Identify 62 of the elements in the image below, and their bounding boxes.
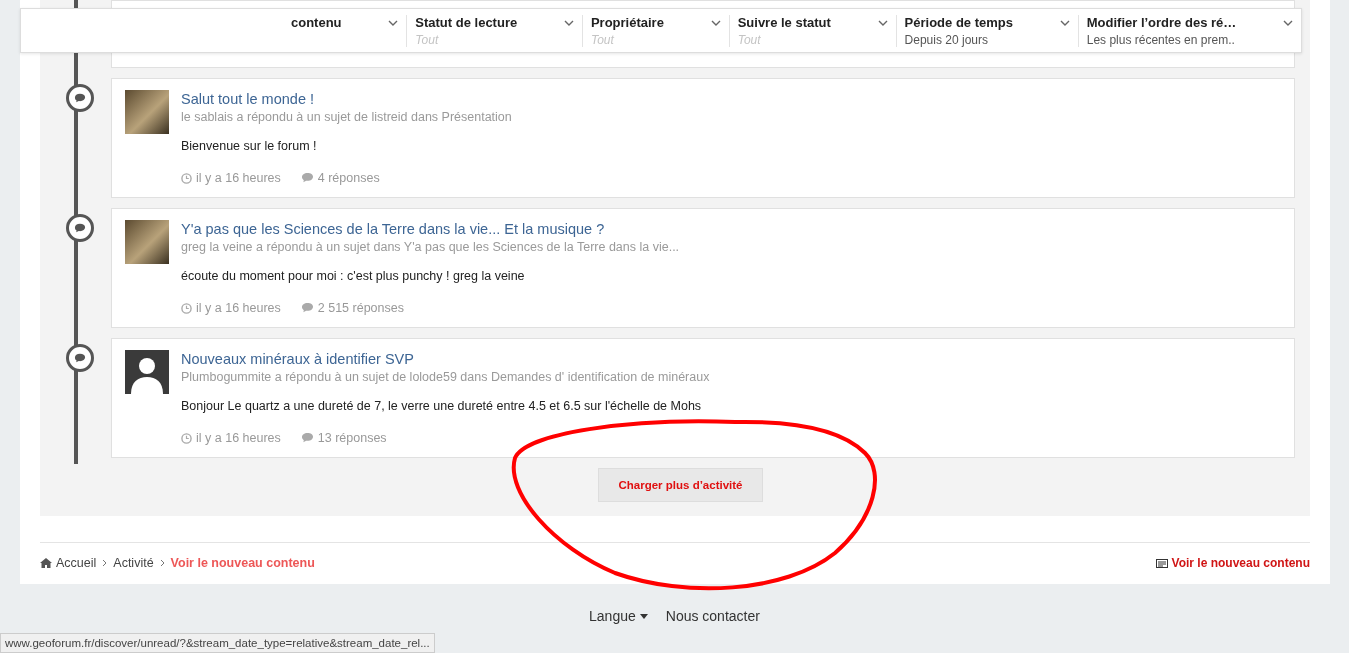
filter-dropdown[interactable]: Statut de lecture Tout <box>406 15 582 47</box>
activity-summary: greg la veine a répondu à un sujet dans Y'a pas que les Sciences de la Terre dans la vie... <box>181 240 680 254</box>
clock-icon <box>181 302 192 314</box>
breadcrumb-link[interactable]: Accueil <box>40 556 97 570</box>
post-time: il y a 16 heures <box>196 301 281 315</box>
chevron-icon <box>388 19 399 26</box>
filter-label: contenu <box>291 15 342 30</box>
speech-bubble-icon <box>300 172 314 184</box>
activity-summary: Plumbogummite a répondu à un sujet de lolode59 dans Demandes d' identification de minéraux <box>181 370 710 384</box>
reply-count: 4 réponses <box>317 171 380 185</box>
topic-link[interactable]: Y'a pas que les Sciences de la Terre dans la vie... Et la musique ? <box>181 220 680 238</box>
topic-link[interactable]: Salut tout le monde ! <box>181 90 512 108</box>
post-excerpt: Bonjour Le quartz a une dureté de 7, le verre une dureté entre 4.5 et 6.5 sur l'échelle de Mohs <box>181 399 703 413</box>
post-time: il y a 16 heures <box>196 431 281 445</box>
filter-value: Tout <box>415 33 440 47</box>
speech-bubble-icon <box>74 92 86 104</box>
clock-icon <box>181 432 192 444</box>
speech-bubble-icon <box>300 432 314 444</box>
status-bar-url: www.geoforum.fr/discover/unread/?&stream_date_type=relative&stream_date_rel... <box>0 633 435 653</box>
avatar-silhouette <box>125 350 169 394</box>
filter-label: Suivre le statut <box>737 15 831 30</box>
speech-bubble-icon <box>300 302 314 314</box>
new-content-link[interactable]: Voir le nouveau contenu <box>1155 556 1310 570</box>
load-more-button[interactable]: Charger plus d’activité <box>598 468 763 502</box>
speech-bubble-icon <box>74 222 86 234</box>
chevron-right-icon <box>102 559 108 567</box>
post-excerpt: écoute du moment pour moi : c'est plus punchy ! greg la veine <box>181 269 526 283</box>
topic-link[interactable]: Nouveaux minéraux à identifier SVP <box>181 350 710 368</box>
footer-link[interactable]: Langue <box>589 608 648 624</box>
speech-bubble-icon <box>74 352 86 364</box>
chevron-icon <box>877 19 888 26</box>
chevron-icon <box>710 19 721 26</box>
filter-value: Depuis 20 jours <box>904 33 989 47</box>
filter-label: Modifier l’ordre des ré… <box>1086 15 1237 30</box>
home-icon <box>40 558 52 568</box>
post-time: il y a 16 heures <box>196 171 281 185</box>
newspaper-icon <box>1155 558 1168 568</box>
chevron-icon <box>1283 19 1294 26</box>
reply-count: 13 réponses <box>317 431 387 445</box>
filter-value: Les plus récentes en prem.. <box>1086 33 1236 47</box>
filter-dropdown[interactable]: Suivre le statut Tout <box>728 15 896 47</box>
filter-dropdown[interactable]: contenu <box>21 15 407 47</box>
clock-icon <box>181 172 192 184</box>
filter-label: Statut de lecture <box>415 15 518 30</box>
filter-value: Tout <box>590 33 615 47</box>
filter-value: Tout <box>737 33 762 47</box>
filter-dropdown[interactable]: Période de temps Depuis 20 jours <box>895 15 1078 47</box>
caret-icon <box>639 613 648 619</box>
filter-dropdown[interactable]: Modifier l’ordre des ré… Les plus récentes en prem.. <box>1077 15 1302 47</box>
filter-label: Période de temps <box>904 15 1013 30</box>
post-excerpt: Bienvenue sur le forum ! <box>181 139 318 153</box>
chevron-icon <box>1059 19 1070 26</box>
photo-placeholder <box>125 220 169 264</box>
reply-count: 2 515 réponses <box>317 301 404 315</box>
chevron-icon <box>563 19 574 26</box>
footer-link[interactable]: Nous contacter <box>665 608 760 624</box>
filter-label: Propriétaire <box>590 15 664 30</box>
chevron-right-icon <box>159 559 165 567</box>
photo-placeholder <box>125 90 169 134</box>
activity-summary: le sablais a répondu à un sujet de listreid dans Présentation <box>181 110 512 124</box>
breadcrumb-link[interactable]: Activité <box>113 556 154 570</box>
filter-dropdown[interactable]: Propriétaire Tout <box>581 15 729 47</box>
